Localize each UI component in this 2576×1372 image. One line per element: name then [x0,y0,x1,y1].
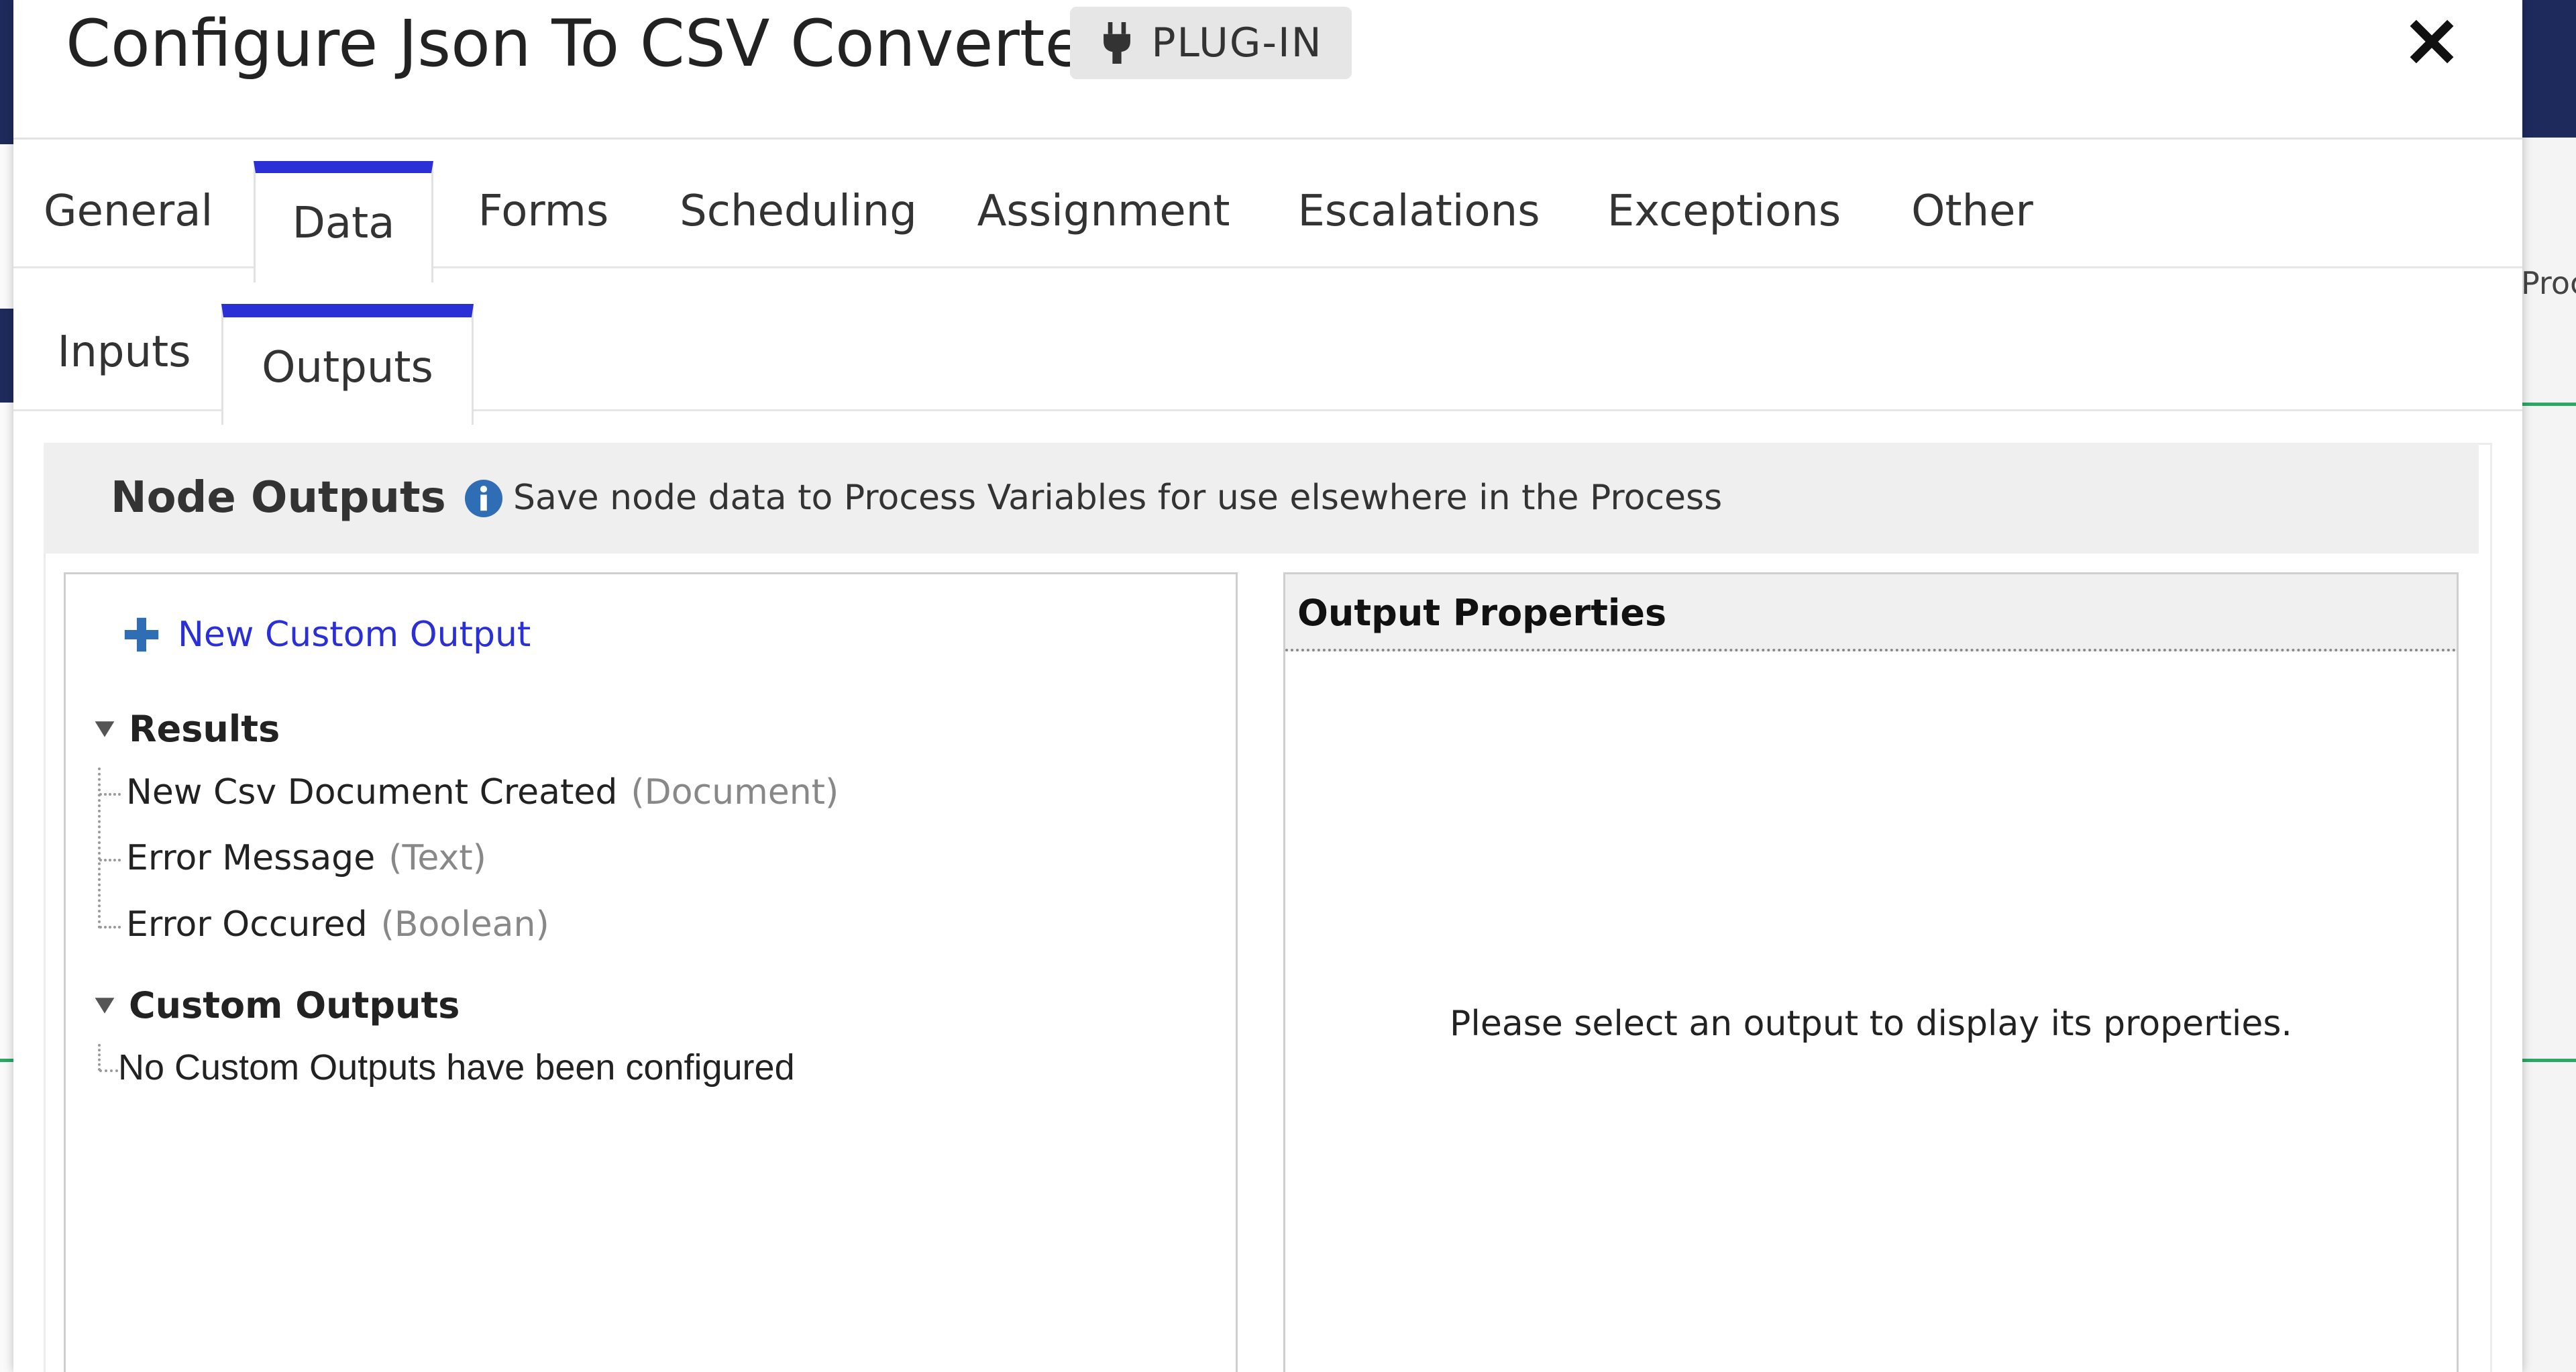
tree-connector [99,926,121,929]
output-type: (Text) [388,838,486,878]
configure-dialog: Configure Json To CSV Converter PLUG-IN … [13,0,2522,1372]
info-icon [465,480,502,517]
background-connector-line [0,1059,13,1062]
tab-other[interactable]: Other [1892,156,2053,266]
tab-assignment[interactable]: Assignment [969,156,1238,266]
background-app-right [2522,0,2576,1372]
subtab-inputs[interactable]: Inputs [40,295,208,409]
output-name: New Csv Document Created [126,772,618,812]
main-tab-bar: General Data Forms Scheduling Assignment… [13,138,2522,282]
outputs-tree-panel: New Custom Output Results New Csv Docume… [64,572,1238,1372]
dialog-title: Configure Json To CSV Converter [66,6,1112,81]
background-connector-line [2522,1059,2576,1062]
triangle-down-icon [95,721,115,737]
output-type: (Document) [631,772,839,812]
background-app-left [0,0,13,1372]
tab-data[interactable]: Data [254,161,433,282]
tab-forms[interactable]: Forms [466,156,621,266]
plugin-badge-label: PLUG-IN [1151,19,1323,66]
background-connector-line [2522,403,2576,406]
output-properties-empty-message: Please select an output to display its p… [1450,1004,2292,1044]
new-custom-output-link[interactable]: New Custom Output [123,608,531,662]
node-outputs-header: Node Outputs Save node data to Process V… [44,443,2479,553]
dialog-header: Configure Json To CSV Converter PLUG-IN [13,0,2522,140]
tab-escalations[interactable]: Escalations [1285,156,1553,266]
tab-scheduling[interactable]: Scheduling [671,156,926,266]
background-peek-text: Proc [2521,265,2576,301]
plug-icon [1104,22,1131,64]
node-outputs-description: Save node data to Process Variables for … [513,478,1723,518]
node-outputs-title: Node Outputs [111,473,446,523]
close-button[interactable] [2398,8,2465,75]
tree-item-error-occured[interactable]: Error Occured (Boolean) [126,901,549,948]
background-nav-strip [0,0,13,144]
tree-connector [99,859,121,861]
output-properties-panel: Output Properties Please select an outpu… [1283,572,2459,1372]
sub-tab-bar: Inputs Outputs [13,268,2522,425]
tab-general[interactable]: General [44,156,213,266]
tab-exceptions[interactable]: Exceptions [1597,156,1851,266]
results-group-toggle[interactable]: Results [93,702,280,755]
output-properties-title: Output Properties [1297,592,1667,634]
output-name: Error Occured [126,904,368,945]
plus-icon [124,617,159,652]
background-nav-strip [0,309,13,403]
triangle-down-icon [95,998,115,1014]
tree-connector [98,768,101,929]
output-name: Error Message [126,838,376,878]
custom-outputs-group-label: Custom Outputs [129,984,460,1026]
results-group-label: Results [129,707,280,750]
output-properties-header: Output Properties [1285,574,2457,651]
plugin-badge: PLUG-IN [1070,7,1352,79]
output-type: (Boolean) [380,904,549,945]
tree-item-new-csv-document-created[interactable]: New Csv Document Created (Document) [126,769,839,816]
custom-outputs-empty-message: No Custom Outputs have been configured [118,1047,795,1088]
tree-item-error-message[interactable]: Error Message (Text) [126,835,486,882]
close-icon [2410,19,2454,64]
tree-connector [98,1044,101,1071]
new-custom-output-label: New Custom Output [178,615,531,655]
custom-outputs-group-toggle[interactable]: Custom Outputs [93,978,460,1032]
tree-connector [99,793,121,796]
subtab-outputs[interactable]: Outputs [221,304,474,425]
background-nav-strip [2522,0,2576,138]
tree-connector [99,1069,118,1072]
